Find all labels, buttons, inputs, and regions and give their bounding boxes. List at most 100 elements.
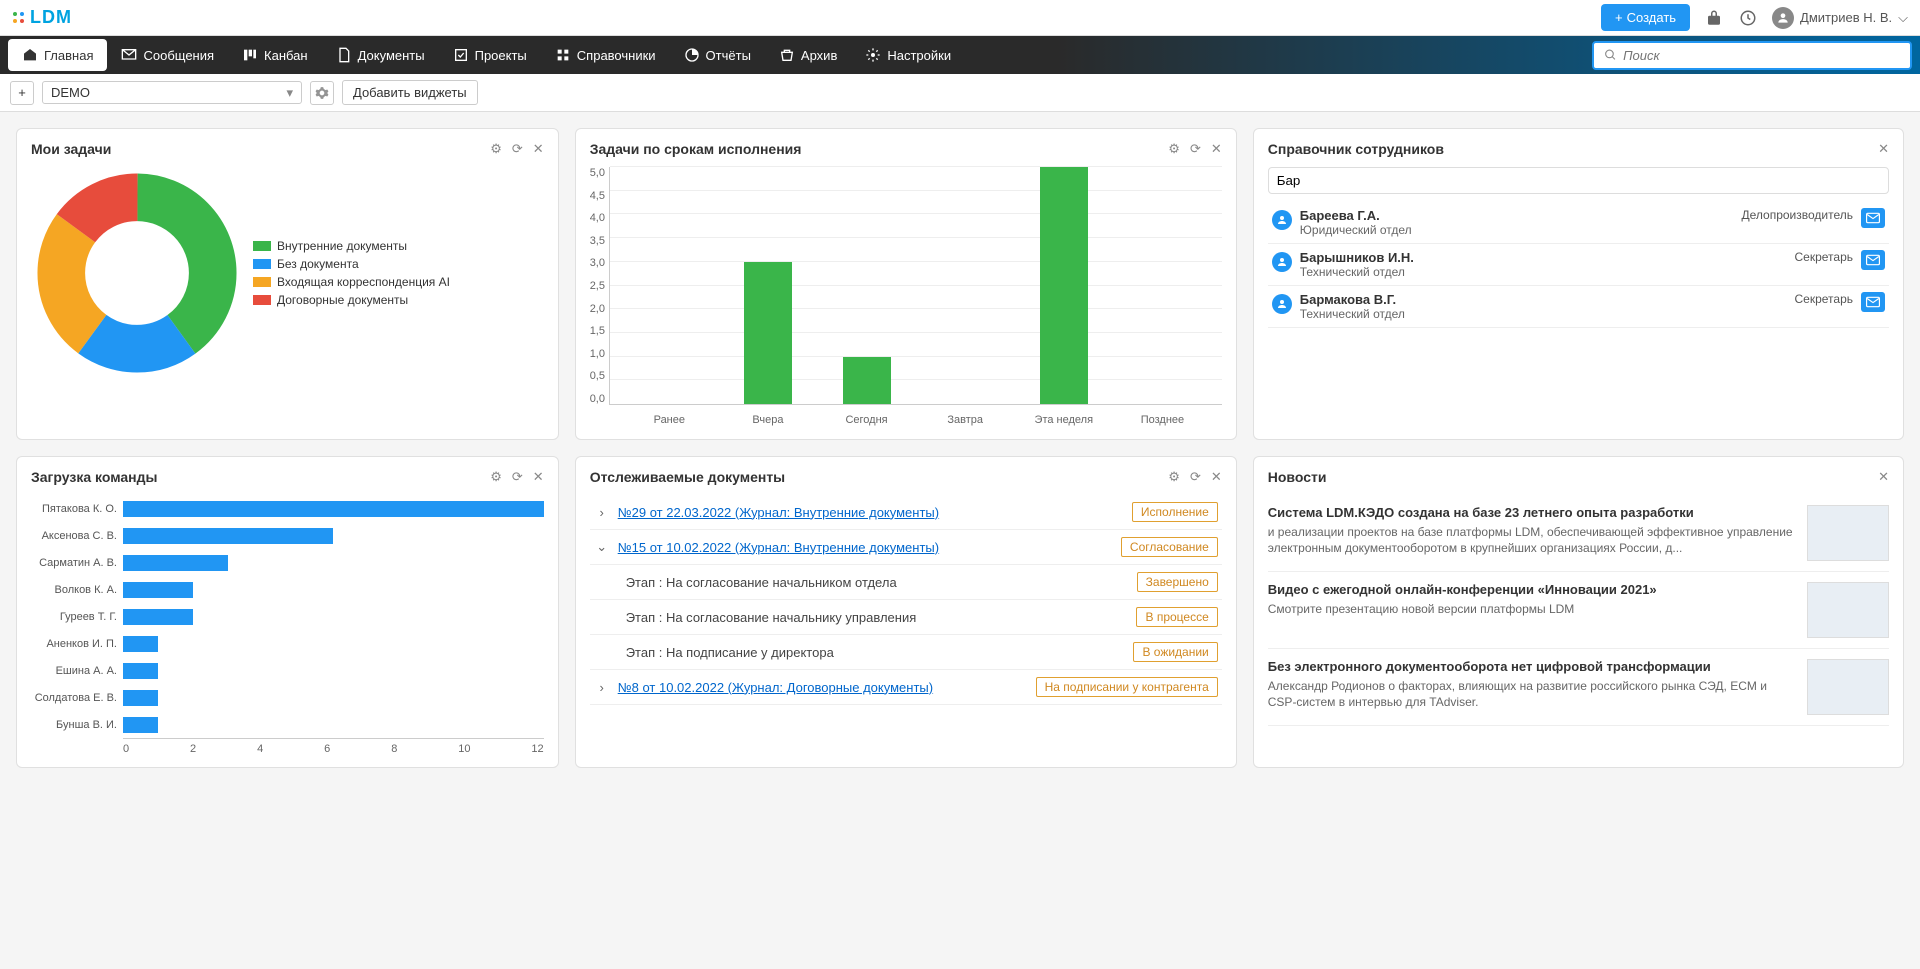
doc-link[interactable]: №29 от 22.03.2022 (Журнал: Внутренние до… [618,505,1124,520]
news-item[interactable]: Система LDM.КЭДО создана на базе 23 летн… [1268,495,1889,572]
add-widgets-button[interactable]: Добавить виджеты [342,80,478,105]
nav-item-0[interactable]: Главная [8,39,107,71]
search-icon [1604,48,1617,62]
dashboard-grid: Мои задачи ⚙ ⟳ ✕ Внутренние документыБез… [0,112,1920,784]
topbar: LDM + Создать Дмитриев Н. В. ⌵ [0,0,1920,36]
nav-label: Отчёты [706,48,751,63]
add-dashboard-button[interactable]: + [10,81,34,105]
expand-icon[interactable]: › [594,505,610,520]
nav-item-6[interactable]: Отчёты [670,39,765,71]
doc-stage-row: Этап : На согласование начальнику управл… [590,600,1222,635]
close-icon[interactable]: ✕ [1878,141,1889,157]
search-input[interactable] [1623,48,1900,63]
hbar-row: Бунша В. И. [31,711,544,738]
nav-item-2[interactable]: Канбан [228,39,322,71]
gear-icon[interactable]: ⚙ [490,469,502,485]
legend-item: Без документа [253,257,450,271]
nav-label: Главная [44,48,93,63]
dashboard-select[interactable]: DEMO [42,81,302,104]
employee-role: Секретарь [1795,250,1854,264]
employee-search-input[interactable] [1268,167,1889,194]
legend-item: Внутренние документы [253,239,450,253]
refresh-icon[interactable]: ⟳ [1190,469,1201,485]
nav-label: Документы [358,48,425,63]
widget-my-tasks: Мои задачи ⚙ ⟳ ✕ Внутренние документыБез… [16,128,559,440]
nav-item-8[interactable]: Настройки [851,39,965,71]
nav-item-3[interactable]: Документы [322,39,439,71]
mail-button[interactable] [1861,250,1885,270]
hbar-label: Солдатова Е. В. [31,692,123,704]
hbar-rows: Пятакова К. О.Аксенова С. В.Сарматин А. … [31,495,544,738]
status-badge: В процессе [1136,607,1217,627]
news-thumbnail [1807,505,1889,561]
expand-icon[interactable]: ⌄ [594,539,610,555]
employee-row[interactable]: Бареева Г.А.Юридический отделДелопроизво… [1268,202,1889,244]
hbar-row: Гуреев Т. Г. [31,603,544,630]
bar-xlabel: Ранее [654,414,685,426]
doc-row: › №29 от 22.03.2022 (Журнал: Внутренние д… [590,495,1222,530]
news-item[interactable]: Видео с ежегодной онлайн-конференции «Ин… [1268,572,1889,649]
close-icon[interactable]: ✕ [1211,141,1222,157]
user-name-label: Дмитриев Н. В. [1800,10,1892,25]
bar: Сегодня [843,357,891,404]
hbar-row: Аненков И. П. [31,630,544,657]
refresh-icon[interactable]: ⟳ [512,141,523,157]
mail-button[interactable] [1861,292,1885,312]
nav-label: Справочники [577,48,656,63]
expand-icon[interactable]: › [594,680,610,695]
close-icon[interactable]: ✕ [1878,469,1889,485]
nav-item-5[interactable]: Справочники [541,39,670,71]
nav-icon [121,47,137,63]
nav-label: Сообщения [143,48,214,63]
gear-icon[interactable]: ⚙ [1168,141,1180,157]
employee-name: Бареева Г.А. [1300,208,1734,223]
settings-button[interactable] [310,81,334,105]
avatar-icon [1772,7,1794,29]
widget-deadlines: Задачи по срокам исполнения ⚙ ⟳ ✕ 0,00,5… [575,128,1237,440]
gear-icon[interactable]: ⚙ [490,141,502,157]
donut-legend: Внутренние документыБез документаВходяща… [253,235,450,311]
news-item[interactable]: Без электронного документооборота нет ци… [1268,649,1889,726]
hbar-label: Бунша В. И. [31,719,123,731]
widget-title: Задачи по срокам исполнения [590,141,802,157]
refresh-icon[interactable]: ⟳ [1190,141,1201,157]
refresh-icon[interactable]: ⟳ [512,469,523,485]
nav-item-4[interactable]: Проекты [439,39,541,71]
person-icon [1272,252,1292,272]
close-icon[interactable]: ✕ [533,469,544,485]
gear-icon [315,86,329,100]
status-badge: В ожидании [1133,642,1217,662]
employee-row[interactable]: Барышников И.Н.Технический отделСекретар… [1268,244,1889,286]
doc-link[interactable]: №15 от 10.02.2022 (Журнал: Внутренние до… [618,540,1113,555]
history-icon[interactable] [1738,8,1758,28]
lock-icon[interactable] [1704,8,1724,28]
stage-text: Этап : На подписание у директора [626,645,1126,660]
employee-dept: Технический отдел [1300,307,1787,321]
person-icon [1272,210,1292,230]
legend-item: Договорные документы [253,293,450,307]
close-icon[interactable]: ✕ [533,141,544,157]
nav-icon [336,47,352,63]
employee-row[interactable]: Бармакова В.Г.Технический отделСекретарь [1268,286,1889,328]
create-button[interactable]: + Создать [1601,4,1690,31]
widget-title: Новости [1268,469,1327,485]
widget-news: Новости ✕ Система LDM.КЭДО создана на ба… [1253,456,1904,768]
nav-item-1[interactable]: Сообщения [107,39,228,71]
status-badge: Исполнение [1132,502,1218,522]
dashboard-toolbar: + DEMO Добавить виджеты [0,74,1920,112]
global-search[interactable] [1592,41,1912,70]
chevron-down-icon: ⌵ [1898,10,1908,26]
close-icon[interactable]: ✕ [1211,469,1222,485]
widget-title: Загрузка команды [31,469,157,485]
widget-title: Отслеживаемые документы [590,469,785,485]
bar-xlabel: Позднее [1141,414,1184,426]
bar-xlabel: Вчера [752,414,783,426]
mail-button[interactable] [1861,208,1885,228]
doc-link[interactable]: №8 от 10.02.2022 (Журнал: Договорные док… [618,680,1028,695]
news-title: Видео с ежегодной онлайн-конференции «Ин… [1268,582,1795,597]
nav-item-7[interactable]: Архив [765,39,851,71]
gear-icon[interactable]: ⚙ [1168,469,1180,485]
news-desc: и реализации проектов на базе платформы … [1268,524,1795,556]
user-menu[interactable]: Дмитриев Н. В. ⌵ [1772,7,1908,29]
bar-xlabel: Сегодня [845,414,887,426]
